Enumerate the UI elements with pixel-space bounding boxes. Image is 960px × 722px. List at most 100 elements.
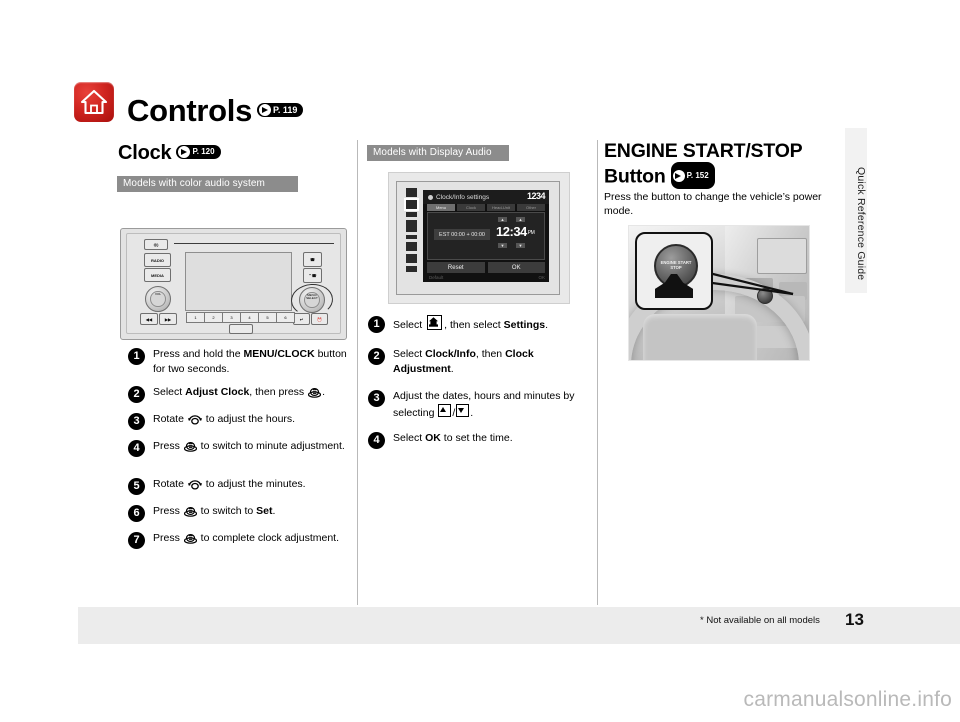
preset-4[interactable]: 4 xyxy=(240,312,259,323)
screen-title-bar: Clock/Info settings 1234 xyxy=(423,190,549,204)
screen-soft-buttons: Reset OK xyxy=(427,262,545,273)
time-minutes: 34 xyxy=(513,224,527,239)
home-button-icon xyxy=(427,315,443,330)
color-audio-system-faceplate: ◎) RADIO MEDIA VOL ◀◀ ▶▶ ☎ ⌃☎ MENU/ SELE… xyxy=(120,228,347,340)
house-glyph xyxy=(80,89,108,115)
media-button[interactable]: MEDIA xyxy=(144,268,171,282)
volume-knob[interactable]: VOL xyxy=(145,286,171,312)
step-1: 1 Select , then select Settings. xyxy=(368,315,590,333)
ok-button[interactable]: OK xyxy=(487,262,545,273)
step-2: 2 Select Adjust Clock, then press . xyxy=(128,385,356,403)
back-icon[interactable] xyxy=(405,254,417,263)
preset-1[interactable]: 1 xyxy=(186,312,205,323)
step-number: 4 xyxy=(128,440,145,457)
page-number: 13 xyxy=(845,610,864,629)
step-4: 4 Press to switch to minute adjustment. xyxy=(128,439,356,457)
step-text: Rotate to adjust the minutes. xyxy=(153,477,306,495)
gear-icon xyxy=(428,194,433,200)
home-icon[interactable] xyxy=(74,82,114,122)
footer-band xyxy=(78,607,960,644)
step-text: Press and hold the MENU/CLOCK button for… xyxy=(153,348,347,375)
display-icon[interactable] xyxy=(405,242,417,251)
screen-tab-strip: Menu Clock Head-Unit Other xyxy=(427,204,545,211)
page-ref-clock-label: P. 120 xyxy=(192,147,215,157)
eject-slot[interactable] xyxy=(229,324,253,334)
menu-icon[interactable] xyxy=(403,198,419,211)
arrow-right-icon xyxy=(178,145,191,158)
arrow-right-icon xyxy=(259,103,272,116)
select-knob-icon xyxy=(183,505,197,522)
step-number: 2 xyxy=(128,386,145,403)
watermark: carmanualsonline.info xyxy=(743,688,952,711)
volume-up-icon[interactable] xyxy=(405,212,417,217)
menu-select-knob[interactable]: MENU/ SELECT xyxy=(299,287,325,313)
display-audio-bezel: Clock/Info settings 1234 Menu Clock Head… xyxy=(396,181,560,295)
select-knob-icon xyxy=(183,532,197,549)
tab-menu[interactable]: Menu xyxy=(427,204,455,211)
back-icon[interactable]: ↵ xyxy=(293,313,310,325)
minute-down-stepper[interactable]: ▼ xyxy=(516,243,525,248)
step-3: 3 Adjust the dates, hours and minutes by … xyxy=(368,389,590,420)
track-back-icon[interactable]: ◀◀ xyxy=(140,313,158,325)
tab-other[interactable]: Other xyxy=(517,204,545,211)
steering-wheel-hub xyxy=(643,314,757,360)
page-ref-engine[interactable]: P. 152 xyxy=(670,162,715,189)
track-forward-icon[interactable]: ▶▶ xyxy=(159,313,177,325)
reset-button[interactable]: Reset xyxy=(427,262,485,273)
side-tab-label: Quick Reference Guide xyxy=(855,167,867,281)
preset-6[interactable]: 6 xyxy=(276,312,295,323)
home-icon[interactable] xyxy=(405,188,417,197)
minute-up-stepper[interactable]: ▲ xyxy=(516,217,525,222)
volume-down-icon[interactable] xyxy=(405,235,417,239)
step-5: 5 Rotate to adjust the minutes. xyxy=(128,477,356,495)
step-text: Select , then select Settings. xyxy=(393,315,548,333)
rotary-dial-icon xyxy=(187,413,202,430)
step-text: Select Clock/Info, then Clock Adjustment… xyxy=(393,348,534,375)
faceplate-inner: ◎) RADIO MEDIA VOL ◀◀ ▶▶ ☎ ⌃☎ MENU/ SELE… xyxy=(126,233,341,334)
power-icon[interactable]: ◎) xyxy=(144,239,168,250)
down-arrow-icon xyxy=(456,403,470,417)
tab-head-unit[interactable]: Head-Unit xyxy=(487,204,515,211)
page-ref-controls[interactable]: P. 119 xyxy=(257,102,304,117)
step-number: 4 xyxy=(368,432,385,449)
preset-2[interactable]: 2 xyxy=(204,312,223,323)
step-3: 3 Rotate to adjust the hours. xyxy=(128,412,356,430)
step-6: 6 Press to switch to Set. xyxy=(128,504,356,522)
step-2: 2 Select Clock/Info, then Clock Adjustmen… xyxy=(368,347,590,376)
volume-knob-label: VOL xyxy=(150,290,166,308)
tab-clock[interactable]: Clock xyxy=(457,204,485,211)
ghost-ok-label: OK xyxy=(538,275,545,280)
engine-description: Press the button to change the vehicle’s… xyxy=(604,191,822,217)
column-divider-right xyxy=(597,140,598,605)
phone-icon[interactable]: ☎ xyxy=(303,252,322,267)
display-audio-side-icons xyxy=(402,188,420,288)
step-number: 3 xyxy=(128,413,145,430)
step-4: 4 Select OK to set the time. xyxy=(368,431,590,449)
clock-icon[interactable]: ⏰ xyxy=(311,313,328,325)
time-zone-field[interactable]: EST 00:00 + 00:00 xyxy=(434,229,490,240)
screen-title: Clock/Info settings xyxy=(436,193,490,201)
step-text: Press to switch to minute adjustment. xyxy=(153,439,345,457)
step-text: Select Adjust Clock, then press . xyxy=(153,385,325,403)
step-text: Press to switch to Set. xyxy=(153,504,275,522)
time-readout: 12:34PM xyxy=(496,224,535,239)
decorative-line xyxy=(174,243,334,244)
preset-3[interactable]: 3 xyxy=(222,312,241,323)
callout-leader-line xyxy=(704,270,794,296)
page-ref-clock[interactable]: P. 120 xyxy=(176,144,221,159)
up-arrow-icon xyxy=(438,403,452,417)
step-number: 7 xyxy=(128,532,145,549)
select-knob-icon xyxy=(307,386,322,403)
volume-slider-icon[interactable] xyxy=(405,220,417,232)
step-number: 1 xyxy=(128,348,145,365)
radio-button[interactable]: RADIO xyxy=(144,253,171,267)
step-number: 6 xyxy=(128,505,145,522)
screen-clock-readout: 1234 xyxy=(526,191,546,201)
hour-down-stepper[interactable]: ▼ xyxy=(498,243,507,248)
hangup-icon[interactable]: ⌃☎ xyxy=(303,268,322,283)
power-icon[interactable] xyxy=(405,266,417,272)
display-audio-screen[interactable]: Clock/Info settings 1234 Menu Clock Head… xyxy=(423,190,549,282)
ghost-default-label: Default xyxy=(429,275,444,280)
hour-up-stepper[interactable]: ▲ xyxy=(498,217,507,222)
preset-5[interactable]: 5 xyxy=(258,312,277,323)
